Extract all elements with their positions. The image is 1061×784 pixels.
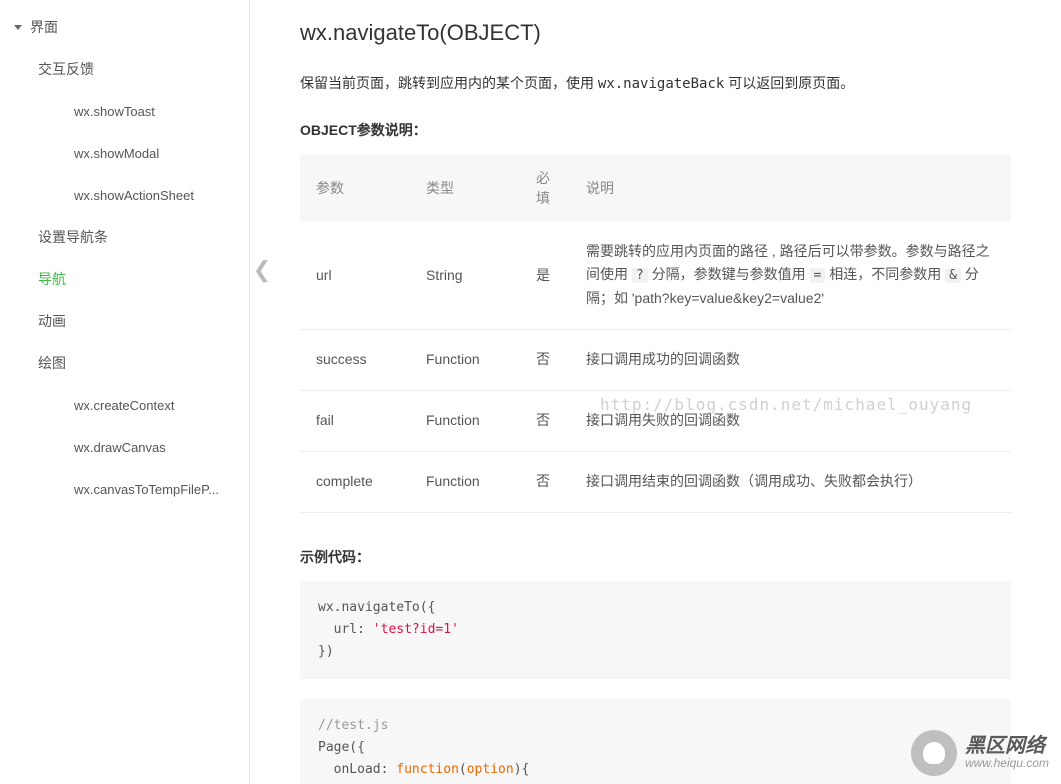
th-param: 参数 bbox=[300, 154, 410, 222]
sidebar-item-showtoast[interactable]: wx.showToast bbox=[0, 90, 249, 132]
sidebar-item-showactionsheet[interactable]: wx.showActionSheet bbox=[0, 174, 249, 216]
sidebar-item-feedback[interactable]: 交互反馈 bbox=[0, 48, 249, 90]
sidebar-item-label: wx.createContext bbox=[74, 398, 174, 413]
params-table: 参数 类型 必填 说明 url String 是 需要跳转的应用内页面的路径 ,… bbox=[300, 154, 1011, 513]
sidebar-item-canvas[interactable]: 绘图 bbox=[0, 342, 249, 384]
sidebar-item-navigate[interactable]: 导航 bbox=[0, 258, 249, 300]
params-heading: OBJECT参数说明： bbox=[300, 120, 1011, 140]
sidebar-item-navbar[interactable]: 设置导航条 bbox=[0, 216, 249, 258]
sidebar-item-label: 导航 bbox=[38, 269, 66, 289]
th-required: 必填 bbox=[520, 154, 570, 222]
sidebar-item-label: 设置导航条 bbox=[38, 227, 108, 247]
sidebar-item-label: wx.drawCanvas bbox=[74, 440, 166, 455]
chevron-down-icon bbox=[14, 25, 22, 30]
chevron-left-icon: ❮ bbox=[253, 257, 271, 283]
sidebar-item-drawcanvas[interactable]: wx.drawCanvas bbox=[0, 426, 249, 468]
code-block-1: wx.navigateTo({ url: 'test?id=1' }) bbox=[300, 581, 1011, 679]
sidebar-item-label: 动画 bbox=[38, 311, 66, 331]
api-ref-code: wx.navigateBack bbox=[598, 76, 724, 92]
sidebar-item-showmodal[interactable]: wx.showModal bbox=[0, 132, 249, 174]
th-type: 类型 bbox=[410, 154, 520, 222]
sidebar-item-ui[interactable]: 界面 bbox=[0, 6, 249, 48]
sidebar-item-label: wx.showActionSheet bbox=[74, 188, 194, 203]
sidebar-item-canvastotemp[interactable]: wx.canvasToTempFileP... bbox=[0, 468, 249, 510]
table-row: url String 是 需要跳转的应用内页面的路径 , 路径后可以带参数。参数… bbox=[300, 222, 1011, 330]
sidebar-item-label: 绘图 bbox=[38, 353, 66, 373]
table-row: success Function 否 接口调用成功的回调函数 bbox=[300, 330, 1011, 391]
page-title: wx.navigateTo(OBJECT) bbox=[300, 20, 1011, 46]
example-heading: 示例代码： bbox=[300, 547, 1011, 567]
sidebar-item-createcontext[interactable]: wx.createContext bbox=[0, 384, 249, 426]
th-desc: 说明 bbox=[570, 154, 1011, 222]
sidebar-item-animation[interactable]: 动画 bbox=[0, 300, 249, 342]
sidebar-collapse-button[interactable]: ❮ bbox=[250, 250, 274, 290]
sidebar-item-label: wx.showToast bbox=[74, 104, 155, 119]
table-row: complete Function 否 接口调用结束的回调函数（调用成功、失败都… bbox=[300, 451, 1011, 512]
sidebar-item-label: wx.showModal bbox=[74, 146, 159, 161]
page-description: 保留当前页面，跳转到应用内的某个页面，使用 wx.navigateBack 可以… bbox=[300, 70, 1011, 98]
sidebar-item-label: 交互反馈 bbox=[38, 59, 94, 79]
sidebar-item-label: 界面 bbox=[30, 17, 58, 37]
table-row: fail Function 否 接口调用失败的回调函数 bbox=[300, 391, 1011, 452]
code-block-2: //test.js Page({ onLoad: function(option… bbox=[300, 699, 1011, 784]
sidebar: 界面 交互反馈 wx.showToast wx.showModal wx.sho… bbox=[0, 0, 250, 784]
content-area: ❮ wx.navigateTo(OBJECT) 保留当前页面，跳转到应用内的某个… bbox=[250, 0, 1061, 784]
sidebar-item-label: wx.canvasToTempFileP... bbox=[74, 482, 219, 497]
